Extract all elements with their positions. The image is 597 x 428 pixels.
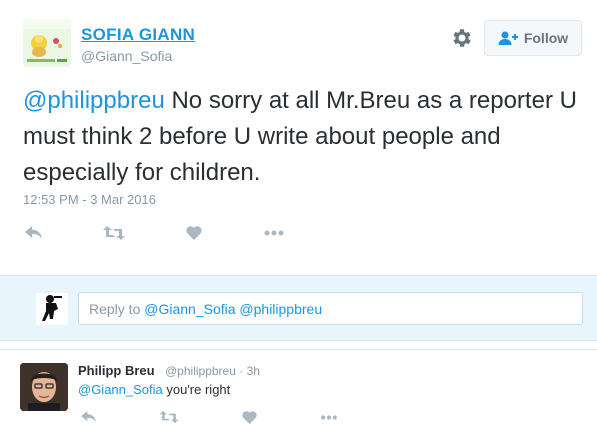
reply-separator: · xyxy=(235,364,247,378)
reply-meta: @philippbreu · 3h xyxy=(165,364,260,378)
like-icon[interactable] xyxy=(238,408,260,426)
tweet-actions xyxy=(0,222,597,244)
retweet-icon[interactable] xyxy=(103,222,125,244)
more-icon[interactable] xyxy=(263,222,285,244)
more-icon[interactable] xyxy=(318,408,340,426)
tweet-mention[interactable]: @philippbreu xyxy=(23,87,165,114)
reply-author-avatar[interactable] xyxy=(20,363,68,411)
author-avatar[interactable] xyxy=(23,19,71,67)
reply-mentions: @Giann_Sofia @philippbreu xyxy=(144,301,323,317)
tweet-timestamp[interactable]: 12:53 PM - 3 Mar 2016 xyxy=(23,192,156,207)
current-user-avatar[interactable] xyxy=(36,293,68,325)
reply-icon[interactable] xyxy=(78,408,100,426)
retweet-icon[interactable] xyxy=(158,408,180,426)
reply-body: you're right xyxy=(162,382,231,397)
follow-button[interactable]: Follow xyxy=(484,20,582,56)
follow-label: Follow xyxy=(523,30,569,46)
main-tweet: SOFIA GIANN @Giann_Sofia Follow @philipp… xyxy=(0,0,597,275)
like-icon[interactable] xyxy=(183,222,205,244)
author-handle[interactable]: @Giann_Sofia xyxy=(81,48,172,64)
reply-tweet: Philipp Breu @philippbreu · 3h @Giann_So… xyxy=(0,349,597,428)
reply-text: @Giann_Sofia you're right xyxy=(78,382,230,397)
reply-prefix: Reply to xyxy=(89,301,145,317)
reply-actions xyxy=(0,408,597,426)
reply-author-handle[interactable]: @philippbreu xyxy=(165,364,236,378)
reply-time[interactable]: 3h xyxy=(247,364,260,378)
reply-input[interactable]: Reply to @Giann_Sofia @philippbreu xyxy=(78,292,583,325)
add-user-icon xyxy=(498,31,518,45)
reply-composer: Reply to @Giann_Sofia @philippbreu xyxy=(0,275,597,341)
reply-icon[interactable] xyxy=(23,222,45,244)
gear-icon[interactable] xyxy=(450,26,474,50)
reply-author-name[interactable]: Philipp Breu xyxy=(78,363,155,378)
author-name[interactable]: SOFIA GIANN xyxy=(81,25,195,45)
reply-mention[interactable]: @Giann_Sofia xyxy=(78,382,163,397)
tweet-text: @philippbreu No sorry at all Mr.Breu as … xyxy=(23,83,583,191)
